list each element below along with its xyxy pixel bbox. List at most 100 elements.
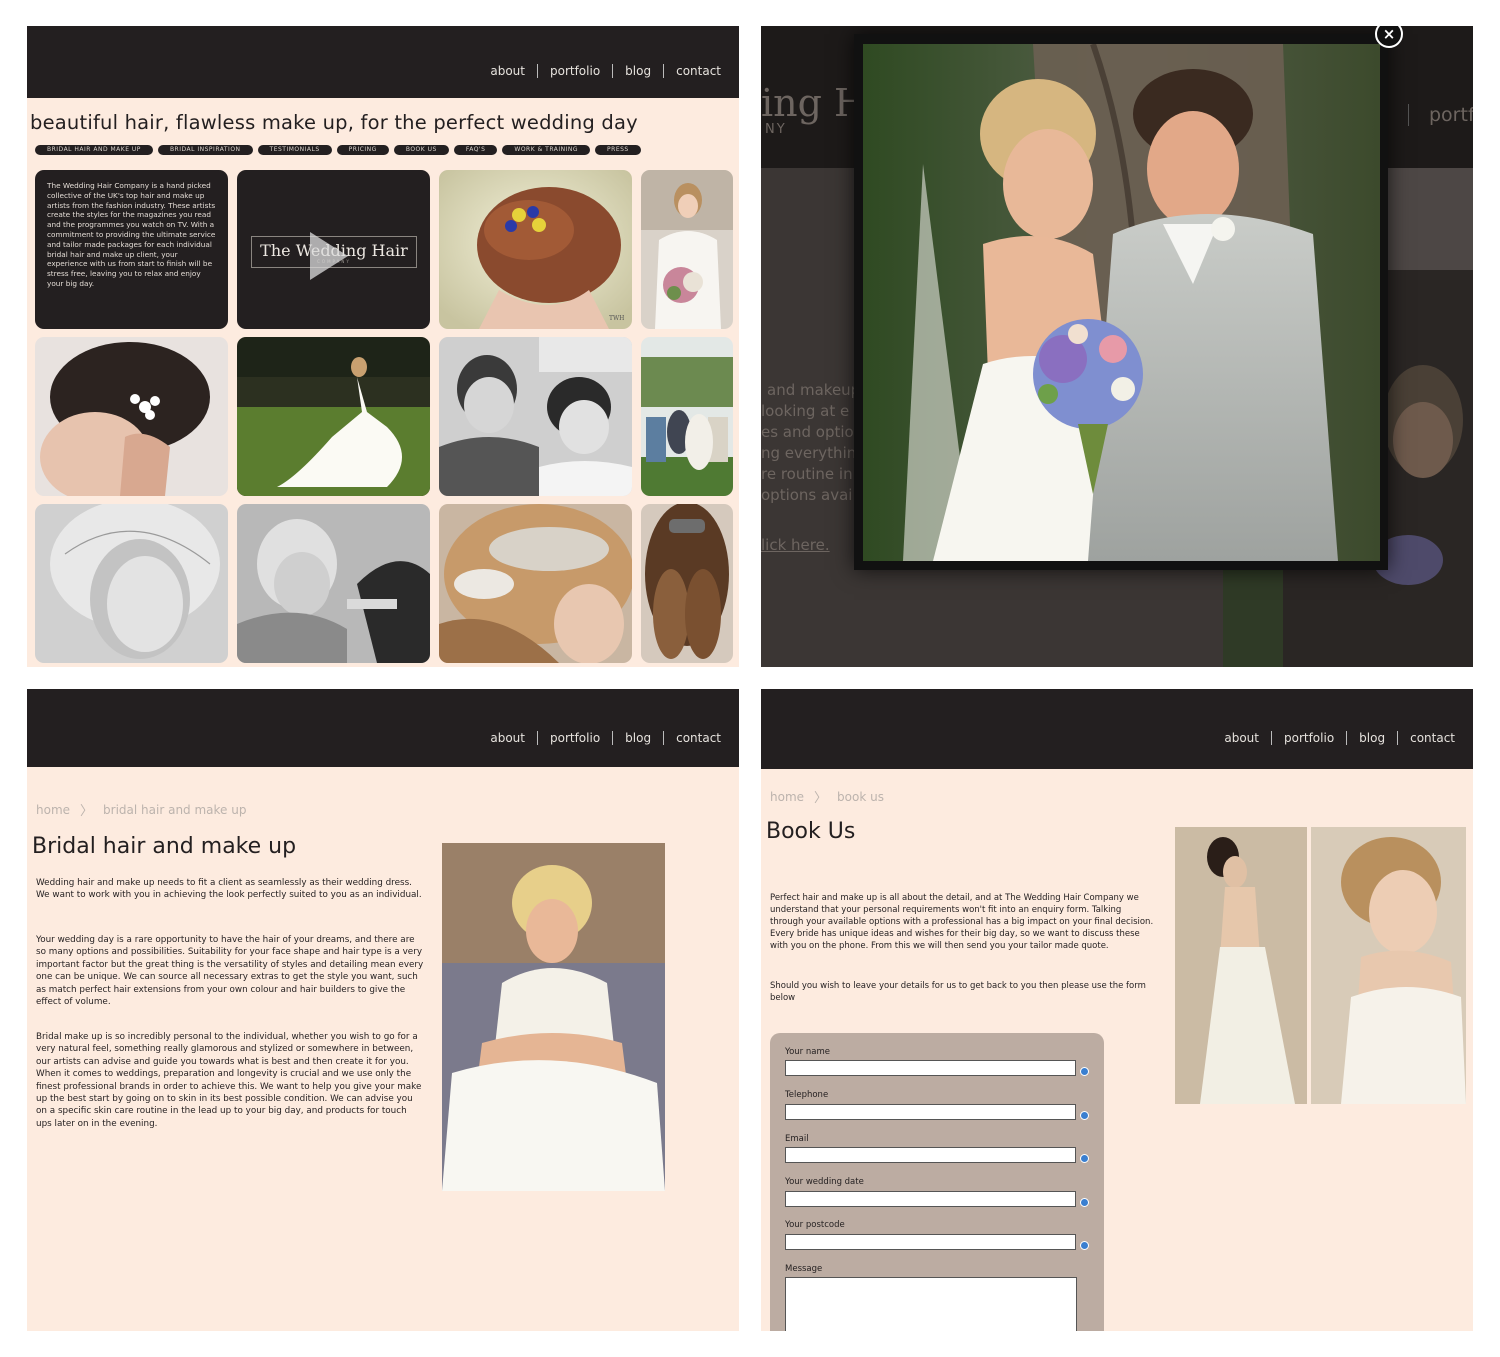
dimmed-logo-sub: NY bbox=[765, 122, 787, 137]
gallery-photo-bride-bouquet[interactable] bbox=[641, 170, 733, 329]
home-page-panel: about portfolio blog contact beautiful h… bbox=[27, 26, 739, 667]
page-title: Bridal hair and make up bbox=[32, 834, 297, 859]
field-status-icon bbox=[1080, 1111, 1089, 1120]
wedding-date-label: Your wedding date bbox=[785, 1177, 864, 1187]
bridal-page-panel: about portfolio blog contact home 〉 brid… bbox=[27, 689, 739, 1331]
name-field[interactable] bbox=[785, 1060, 1076, 1076]
nav-about[interactable]: about bbox=[478, 64, 537, 78]
site-header: about portfolio blog contact bbox=[761, 689, 1473, 769]
email-label: Email bbox=[785, 1134, 809, 1144]
book-us-panel: about portfolio blog contact home 〉 book… bbox=[761, 689, 1473, 1331]
telephone-label: Telephone bbox=[785, 1090, 829, 1100]
message-field[interactable] bbox=[785, 1277, 1077, 1331]
gallery-photo-curly-hair[interactable] bbox=[641, 504, 733, 663]
couple-garden-photo bbox=[641, 337, 733, 496]
makeup-artist-photo bbox=[237, 504, 430, 663]
photo-watermark: TWH bbox=[609, 315, 624, 322]
wedding-date-field[interactable] bbox=[785, 1191, 1076, 1207]
gallery-photo-birdcage-veil[interactable] bbox=[35, 504, 228, 663]
dimmed-line: re routine in bbox=[761, 465, 853, 483]
category-inspiration[interactable]: BRIDAL INSPIRATION bbox=[157, 145, 253, 155]
dimmed-line: looking at e bbox=[761, 402, 850, 420]
body-paragraph: Wedding hair and make up needs to fit a … bbox=[36, 878, 422, 901]
enquiry-form: Your name Telephone Email Your wedding d… bbox=[770, 1033, 1104, 1331]
body-paragraph: Bridal make up is so incredibly personal… bbox=[36, 1032, 422, 1129]
intro-text: The Wedding Hair Company is a hand picke… bbox=[47, 181, 216, 288]
email-field[interactable] bbox=[785, 1147, 1076, 1163]
nav-blog[interactable]: blog bbox=[613, 731, 663, 745]
nav-portfolio[interactable]: portfolio bbox=[1272, 731, 1346, 745]
message-label: Message bbox=[785, 1264, 823, 1274]
bride-gown-back-photo bbox=[1175, 827, 1307, 1104]
main-nav: about portfolio blog contact bbox=[1212, 731, 1467, 745]
nav-portfolio[interactable]: portfolio bbox=[538, 731, 612, 745]
field-status-icon bbox=[1080, 1154, 1089, 1163]
breadcrumb-current: bridal hair and make up bbox=[103, 802, 247, 817]
main-nav: about portfolio blog contact bbox=[478, 731, 733, 745]
dark-updo-photo bbox=[35, 337, 228, 496]
gallery-photo-updo-flowers[interactable]: TWH bbox=[439, 170, 632, 329]
category-pricing[interactable]: PRICING bbox=[336, 145, 389, 155]
category-bridal-hair[interactable]: BRIDAL HAIR AND MAKE UP bbox=[35, 145, 153, 155]
intro-text-tile: The Wedding Hair Company is a hand picke… bbox=[35, 170, 228, 329]
dimmed-nav-divider bbox=[1408, 104, 1409, 126]
category-testimonials[interactable]: TESTIMONIALS bbox=[257, 145, 332, 155]
updo-flowers-photo: TWH bbox=[439, 170, 632, 329]
wedding-couple-photo bbox=[863, 44, 1380, 561]
category-press[interactable]: PRESS bbox=[595, 145, 641, 155]
gallery-photo-bride-lawn[interactable] bbox=[237, 337, 430, 496]
dimmed-link: lick here. bbox=[761, 536, 830, 554]
page-title: Book Us bbox=[766, 819, 856, 844]
gallery-photo-hair-accessory[interactable] bbox=[439, 504, 632, 663]
nav-portfolio[interactable]: portfolio bbox=[538, 64, 612, 78]
chevron-right-icon: 〉 bbox=[814, 791, 828, 806]
bride-lawn-photo bbox=[237, 337, 430, 496]
gallery-photo-couple-bw[interactable] bbox=[439, 337, 632, 496]
body-paragraph: Perfect hair and make up is all about th… bbox=[770, 893, 1154, 951]
site-header: about portfolio blog contact bbox=[27, 689, 739, 767]
nav-blog[interactable]: blog bbox=[613, 64, 663, 78]
dimmed-line: options avai bbox=[761, 486, 853, 504]
breadcrumb: home 〉 book us bbox=[770, 787, 884, 807]
nav-blog[interactable]: blog bbox=[1347, 731, 1397, 745]
category-work-training[interactable]: WORK & TRAINING bbox=[502, 145, 591, 155]
telephone-field[interactable] bbox=[785, 1104, 1076, 1120]
field-status-icon bbox=[1080, 1198, 1089, 1207]
lightbox-modal bbox=[854, 34, 1388, 570]
category-faqs[interactable]: FAQ'S bbox=[453, 145, 498, 155]
category-nav: BRIDAL HAIR AND MAKE UP BRIDAL INSPIRATI… bbox=[35, 145, 641, 155]
curly-hair-photo bbox=[641, 504, 733, 663]
bride-portrait bbox=[442, 843, 665, 1191]
bride-bouquet-photo bbox=[641, 170, 733, 329]
play-icon[interactable] bbox=[310, 232, 348, 280]
gallery-photo-makeup-artist[interactable] bbox=[237, 504, 430, 663]
category-book-us[interactable]: BOOK US bbox=[393, 145, 449, 155]
dimmed-logo: ing H bbox=[761, 81, 868, 125]
bride-side-photo bbox=[1311, 827, 1466, 1104]
nav-contact[interactable]: contact bbox=[1398, 731, 1467, 745]
gallery-photo-couple-garden[interactable] bbox=[641, 337, 733, 496]
hair-accessory-photo bbox=[439, 504, 632, 663]
birdcage-veil-photo bbox=[35, 504, 228, 663]
nav-about[interactable]: about bbox=[478, 731, 537, 745]
nav-contact[interactable]: contact bbox=[664, 731, 733, 745]
video-tile[interactable]: The Wedding Hair COMPANY bbox=[237, 170, 430, 329]
dimmed-nav-portfolio: portf bbox=[1429, 104, 1473, 126]
lightbox-photo bbox=[863, 44, 1380, 561]
gallery-photo-dark-updo[interactable] bbox=[35, 337, 228, 496]
postcode-label: Your postcode bbox=[785, 1220, 845, 1230]
postcode-field[interactable] bbox=[785, 1234, 1076, 1250]
field-status-icon bbox=[1080, 1241, 1089, 1250]
breadcrumb-home[interactable]: home bbox=[770, 790, 804, 804]
bride-braid-photo bbox=[1311, 827, 1466, 1104]
field-status-icon bbox=[1080, 1067, 1089, 1076]
bride-seated-photo bbox=[442, 843, 665, 1191]
nav-about[interactable]: about bbox=[1212, 731, 1271, 745]
dimmed-line: ng everything bbox=[761, 444, 866, 462]
breadcrumb-home[interactable]: home bbox=[36, 803, 70, 817]
breadcrumb-current: book us bbox=[837, 789, 884, 804]
tagline: beautiful hair, flawless make up, for th… bbox=[30, 111, 638, 134]
nav-contact[interactable]: contact bbox=[664, 64, 733, 78]
lightbox-panel: ing H NY portf and makeup looking at e e… bbox=[761, 26, 1473, 667]
body-paragraph: Should you wish to leave your details fo… bbox=[770, 981, 1146, 1003]
